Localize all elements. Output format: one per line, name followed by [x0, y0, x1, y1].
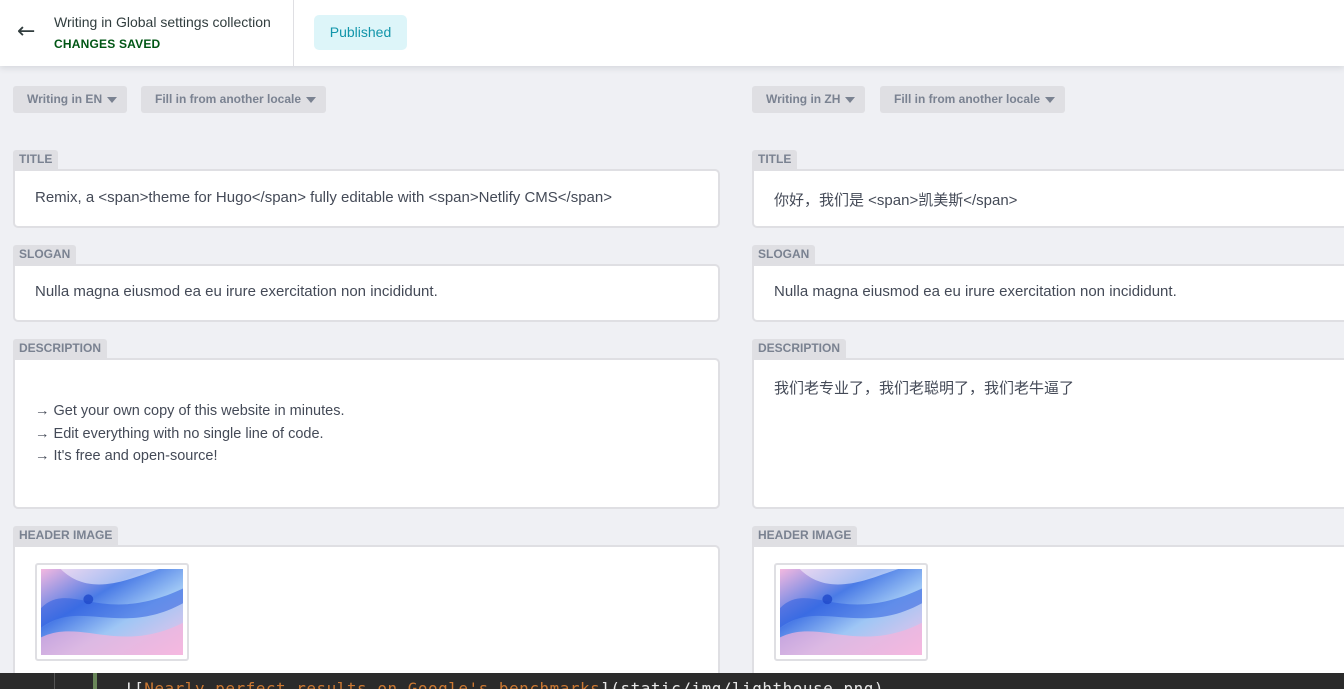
published-status-button[interactable]: Published	[314, 15, 407, 50]
description-field[interactable]: → Get your own copy of this website in m…	[13, 358, 720, 509]
title-label: TITLE	[13, 150, 59, 169]
fill-from-locale-dropdown-zh[interactable]: Fill in from another locale	[880, 86, 1066, 113]
title-field[interactable]: Remix, a <span>theme for Hugo</span> ful…	[13, 169, 720, 228]
code-line: ![Nearly perfect results on Google's ben…	[124, 679, 884, 689]
description-value: 我们老专业了，我们老聪明了，我们老牛逼了	[774, 380, 1075, 397]
slogan-value: Nulla magna eiusmod ea eu irure exercita…	[774, 283, 1177, 300]
code-prefix: ![	[124, 679, 145, 689]
fill-dropdown-label: Fill in from another locale	[155, 92, 302, 106]
slogan-label: SLOGAN	[13, 245, 77, 264]
header-image-field[interactable]	[13, 545, 720, 689]
header-image-field[interactable]	[752, 545, 1344, 689]
editor-pane-zh: Writing in ZH Fill in from another local…	[739, 66, 1344, 689]
header-image-thumbnail[interactable]	[774, 563, 928, 661]
editor-gutter	[54, 673, 55, 689]
title-field[interactable]: 你好，我们是 <span>凯美斯</span>	[752, 169, 1344, 228]
title-value: 你好，我们是 <span>凯美斯</span>	[774, 192, 1018, 209]
collection-title: Writing in Global settings collection	[54, 14, 271, 30]
save-status: CHANGES SAVED	[54, 37, 161, 51]
header-image-thumbnail[interactable]	[35, 563, 189, 661]
description-line: → Get your own copy of this website in m…	[35, 403, 345, 419]
description-line: → Edit everything with no single line of…	[35, 425, 324, 442]
header-image-preview	[780, 569, 922, 655]
code-suffix: ](static/img/lighthouse.png)	[600, 679, 884, 689]
caret-down-icon	[1045, 96, 1056, 103]
locale-dropdown-en[interactable]: Writing in EN	[13, 86, 128, 113]
title-label: TITLE	[752, 150, 798, 169]
header-image-label: HEADER IMAGE	[13, 526, 119, 545]
slogan-field[interactable]: Nulla magna eiusmod ea eu irure exercita…	[752, 264, 1344, 322]
locale-dropdown-zh[interactable]: Writing in ZH	[752, 86, 866, 113]
description-field[interactable]: 我们老专业了，我们老聪明了，我们老牛逼了	[752, 358, 1344, 509]
back-to-collection-button[interactable]: ← Writing in Global settings collection …	[0, 0, 294, 66]
editor-toolbar: ← Writing in Global settings collection …	[0, 0, 1344, 66]
fill-from-locale-dropdown-en[interactable]: Fill in from another locale	[141, 86, 327, 113]
title-value: Remix, a <span>theme for Hugo</span> ful…	[35, 189, 612, 206]
locale-dropdown-label: Writing in EN	[27, 92, 103, 106]
change-marker	[93, 673, 97, 689]
code-editor-overlay: ![Nearly perfect results on Google's ben…	[0, 673, 1344, 689]
slogan-value: Nulla magna eiusmod ea eu irure exercita…	[35, 283, 438, 300]
fill-dropdown-label: Fill in from another locale	[894, 92, 1041, 106]
locale-dropdown-label: Writing in ZH	[766, 92, 841, 106]
editor-pane-en: Writing in EN Fill in from another local…	[0, 66, 739, 689]
slogan-label: SLOGAN	[752, 245, 816, 264]
description-lines: → Get your own copy of this website in m…	[35, 400, 344, 468]
header-image-preview	[41, 569, 183, 655]
description-label: DESCRIPTION	[13, 339, 108, 358]
code-link-text: Nearly perfect results on Google's bench…	[144, 679, 601, 689]
header-image-label: HEADER IMAGE	[752, 526, 858, 545]
caret-down-icon	[845, 96, 856, 103]
caret-down-icon	[107, 96, 118, 103]
caret-down-icon	[306, 96, 317, 103]
description-label: DESCRIPTION	[752, 339, 847, 358]
description-line: → It's free and open-source!	[35, 448, 218, 464]
arrow-left-icon[interactable]: ←	[17, 17, 35, 47]
slogan-field[interactable]: Nulla magna eiusmod ea eu irure exercita…	[13, 264, 720, 322]
